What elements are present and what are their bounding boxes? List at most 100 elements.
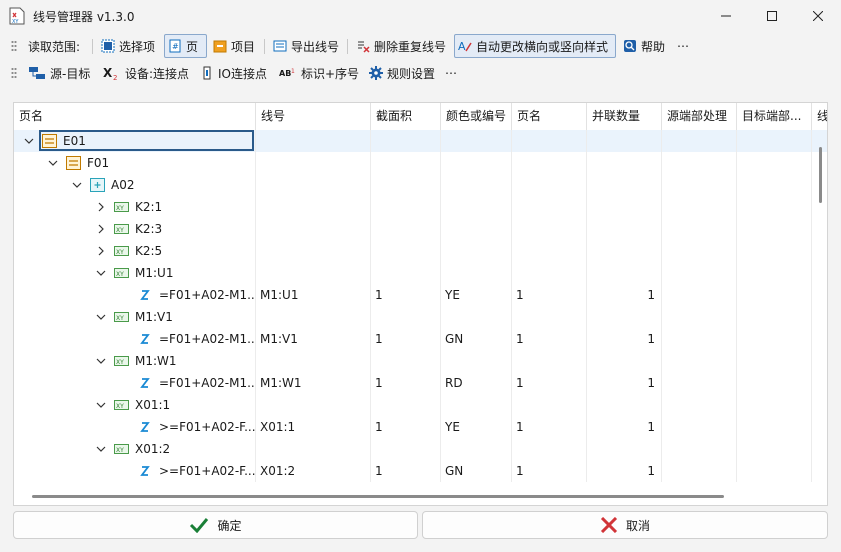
chevron-down-icon[interactable]: [96, 400, 106, 410]
io-connection-icon: [203, 66, 211, 80]
vertical-scrollbar[interactable]: [819, 147, 822, 203]
column-header[interactable]: 线: [812, 103, 827, 130]
column-header[interactable]: 并联数量: [587, 103, 662, 130]
auto-change-style-button[interactable]: A 自动更改横向或竖向样式: [454, 34, 616, 58]
tree-node-label: K2:1: [135, 200, 163, 214]
tree-row[interactable]: >=F01+A02-F... X01:2 1 GN 1 1: [14, 460, 827, 482]
xy-device-icon: XY: [114, 400, 129, 410]
column-header[interactable]: 页名: [14, 103, 256, 130]
chevron-down-icon[interactable]: [72, 180, 82, 190]
label-sequence-button[interactable]: AB 1 标识+序号: [276, 61, 362, 85]
color-cell: [441, 262, 512, 284]
cross-section-cell: [371, 394, 441, 416]
toolbar-grip[interactable]: [11, 67, 17, 79]
chevron-right-icon[interactable]: [96, 202, 106, 212]
tree-row[interactable]: XY K2:3: [14, 218, 827, 240]
tree-row[interactable]: XY M1:V1: [14, 306, 827, 328]
chevron-down-icon[interactable]: [96, 444, 106, 454]
color-cell: RD: [441, 372, 512, 394]
tree-row[interactable]: XY M1:W1: [14, 350, 827, 372]
cancel-button[interactable]: 取消: [422, 511, 828, 539]
chevron-down-icon[interactable]: [96, 356, 106, 366]
svg-text:XY: XY: [116, 359, 124, 366]
wire-number-cell: [256, 306, 371, 328]
column-header[interactable]: 页名: [512, 103, 587, 130]
rule-settings-button[interactable]: 规则设置: [366, 61, 438, 85]
wire-tree-grid[interactable]: 页名 线号 截面积 颜色或编号 页名 并联数量 源端部处理 目标端部... 线 E01 F01 A0…: [13, 102, 828, 506]
toolbar-overflow-button[interactable]: ⋯: [442, 61, 460, 85]
tree-row[interactable]: E01: [14, 130, 827, 152]
location-icon: [90, 178, 105, 192]
empty-cell: [812, 438, 827, 460]
tree-cell: =F01+A02-M1...: [14, 284, 256, 306]
cross-section-cell: [371, 350, 441, 372]
io-connection-button[interactable]: IO连接点: [197, 61, 270, 85]
chevron-down-icon[interactable]: [48, 158, 58, 168]
empty-cell: [812, 328, 827, 350]
column-header[interactable]: 线号: [256, 103, 371, 130]
device-connection-button[interactable]: X2 设备:连接点: [100, 61, 192, 85]
tree-row[interactable]: XY K2:5: [14, 240, 827, 262]
column-header[interactable]: 源端部处理: [662, 103, 737, 130]
empty-cell: [662, 152, 737, 174]
empty-cell: [812, 350, 827, 372]
parallel-count-cell: 1: [587, 416, 662, 438]
tree-node-label: >=F01+A02-F...: [159, 464, 256, 478]
wire-number-cell: [256, 196, 371, 218]
source-target-button[interactable]: 源-目标: [25, 61, 93, 85]
column-header[interactable]: 截面积: [371, 103, 441, 130]
empty-cell: [812, 218, 827, 240]
empty-cell: [812, 394, 827, 416]
page-button[interactable]: # 页: [164, 34, 207, 58]
tree-cell: A02: [14, 174, 256, 196]
tree-node-label: >=F01+A02-F...: [159, 420, 256, 434]
svg-text:A: A: [458, 40, 466, 53]
select-item-button[interactable]: 选择项: [98, 34, 158, 58]
svg-text:XY: XY: [12, 19, 19, 25]
column-header[interactable]: 目标端部...: [737, 103, 812, 130]
page-name-cell: [512, 240, 587, 262]
tree-row[interactable]: >=F01+A02-F... X01:1 1 YE 1 1: [14, 416, 827, 438]
parallel-count-cell: [587, 218, 662, 240]
svg-text:XY: XY: [116, 249, 124, 256]
svg-text:XY: XY: [116, 315, 124, 322]
tree-node-label: =F01+A02-M1...: [159, 376, 256, 390]
parallel-count-cell: [587, 130, 662, 152]
empty-cell: [737, 394, 812, 416]
chevron-right-icon[interactable]: [96, 246, 106, 256]
ok-button[interactable]: 确定: [13, 511, 418, 539]
chevron-down-icon[interactable]: [24, 136, 34, 146]
tree-row[interactable]: XY K2:1: [14, 196, 827, 218]
close-button[interactable]: [795, 0, 841, 32]
export-wire-number-button[interactable]: 导出线号: [270, 34, 342, 58]
tree-row[interactable]: =F01+A02-M1... M1:U1 1 YE 1 1: [14, 284, 827, 306]
tree-row[interactable]: =F01+A02-M1... M1:V1 1 GN 1 1: [14, 328, 827, 350]
help-icon: [624, 40, 636, 52]
selection-icon: [101, 39, 115, 53]
tree-row[interactable]: =F01+A02-M1... M1:W1 1 RD 1 1: [14, 372, 827, 394]
read-scope-label: 读取范围:: [28, 39, 81, 54]
project-button[interactable]: 项目: [210, 34, 258, 58]
tree-node-label: M1:U1: [135, 266, 174, 280]
svg-text:2: 2: [113, 74, 117, 80]
toolbar-grip[interactable]: [11, 40, 17, 52]
empty-cell: [662, 284, 737, 306]
chevron-down-icon[interactable]: [96, 312, 106, 322]
tree-row[interactable]: XY M1:U1: [14, 262, 827, 284]
tree-row[interactable]: XY X01:1: [14, 394, 827, 416]
wire-number-cell: [256, 152, 371, 174]
help-button[interactable]: 帮助: [620, 34, 668, 58]
minimize-button[interactable]: [703, 0, 749, 32]
tree-row[interactable]: A02: [14, 174, 827, 196]
chevron-down-icon[interactable]: [96, 268, 106, 278]
maximize-button[interactable]: [749, 0, 795, 32]
chevron-right-icon[interactable]: [96, 224, 106, 234]
tree-row[interactable]: F01: [14, 152, 827, 174]
auto-change-style-label: 自动更改横向或竖向样式: [476, 39, 609, 54]
horizontal-scrollbar[interactable]: [32, 495, 724, 498]
tree-row[interactable]: XY X01:2: [14, 438, 827, 460]
delete-duplicate-button[interactable]: 删除重复线号: [353, 34, 449, 58]
toolbar-overflow-button[interactable]: ⋯: [674, 34, 692, 58]
column-header[interactable]: 颜色或编号: [441, 103, 512, 130]
empty-cell: [812, 460, 827, 482]
